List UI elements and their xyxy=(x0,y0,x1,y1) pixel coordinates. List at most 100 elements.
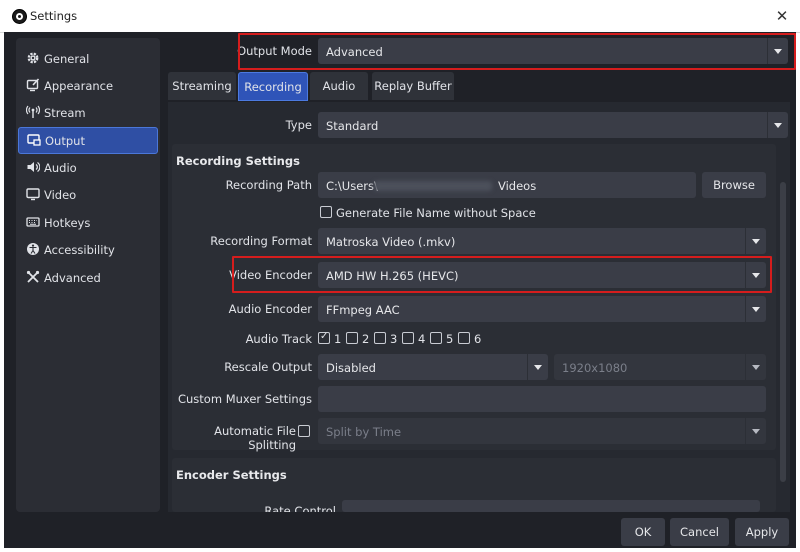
audio-encoder-label: Audio Encoder xyxy=(228,302,312,316)
tab-streaming[interactable]: Streaming xyxy=(168,72,236,100)
sidebar-item-label: Appearance xyxy=(44,79,114,93)
audio-track-4-label: 4 xyxy=(418,332,426,346)
recording-format-select[interactable]: Matroska Video (.mkv) xyxy=(318,228,766,254)
browse-button[interactable]: Browse xyxy=(702,172,766,198)
audio-track-6-checkbox[interactable] xyxy=(458,332,470,344)
chevron-down-icon xyxy=(745,418,766,444)
tab-replay-buffer[interactable]: Replay Buffer xyxy=(372,72,454,100)
ok-button[interactable]: OK xyxy=(621,518,665,546)
recording-tab-panel: Type Standard Recording Settings Recordi… xyxy=(168,102,790,512)
recording-format-label: Recording Format xyxy=(210,234,312,248)
sidebar-item-label: Output xyxy=(45,134,85,148)
encoder-settings-title: Encoder Settings xyxy=(176,468,287,482)
appearance-icon xyxy=(26,78,40,92)
audio-track-5-checkbox[interactable] xyxy=(430,332,442,344)
chevron-down-icon xyxy=(745,228,766,254)
audio-track-2-checkbox[interactable] xyxy=(346,332,358,344)
file-splitting-select[interactable]: Split by Time xyxy=(318,418,766,444)
sidebar-item-label: Advanced xyxy=(44,271,101,285)
sidebar-item-label: Accessibility xyxy=(44,243,115,257)
obs-logo-icon xyxy=(12,9,27,24)
audio-track-label: Audio Track xyxy=(245,332,312,346)
recording-path-prefix: C:\Users\ xyxy=(326,179,378,193)
custom-muxer-field[interactable] xyxy=(318,386,766,412)
type-label: Type xyxy=(285,118,312,132)
audio-track-6-label: 6 xyxy=(474,332,482,346)
audio-track-group: ✓ 1 2 3 4 5 6 xyxy=(318,331,518,346)
output-icon xyxy=(27,134,41,146)
sidebar-item-appearance[interactable]: Appearance xyxy=(18,73,156,98)
sidebar-item-general[interactable]: General xyxy=(18,46,156,71)
sidebar-item-label: Stream xyxy=(44,106,86,120)
antenna-icon xyxy=(26,105,40,118)
settings-window: General Appearance Stream Output Audio V… xyxy=(4,32,796,548)
video-encoder-highlight xyxy=(232,256,772,293)
rate-control-select[interactable] xyxy=(342,500,760,512)
tab-recording[interactable]: Recording xyxy=(238,72,308,101)
rescale-resolution-select[interactable]: 1920x1080 xyxy=(554,354,766,380)
tools-icon xyxy=(26,270,40,283)
audio-encoder-value: FFmpeg AAC xyxy=(326,303,400,317)
recording-format-value: Matroska Video (.mkv) xyxy=(326,235,456,249)
chevron-down-icon xyxy=(767,112,788,138)
custom-muxer-label: Custom Muxer Settings xyxy=(177,392,312,406)
sidebar-item-label: Audio xyxy=(44,161,77,175)
checkmark-icon: ✓ xyxy=(320,331,329,342)
sidebar-item-label: Hotkeys xyxy=(44,216,91,230)
output-tabs: Streaming Recording Audio Replay Buffer xyxy=(168,72,790,102)
redacted-username xyxy=(374,181,492,191)
audio-track-4-checkbox[interactable] xyxy=(402,332,414,344)
chevron-down-icon xyxy=(745,354,766,380)
output-settings-panel: Output Mode Advanced Streaming Recording… xyxy=(168,33,796,512)
sidebar: General Appearance Stream Output Audio V… xyxy=(16,38,160,512)
no-space-label: Generate File Name without Space xyxy=(336,206,536,220)
monitor-icon xyxy=(26,188,40,201)
settings-scrollbar[interactable] xyxy=(780,182,786,482)
audio-track-5-label: 5 xyxy=(446,332,454,346)
audio-track-2-label: 2 xyxy=(362,332,370,346)
speaker-icon xyxy=(27,162,40,172)
file-splitting-label: Automatic File Splitting xyxy=(214,424,296,452)
accessibility-icon xyxy=(27,243,39,255)
title-bar: Settings ✕ xyxy=(0,0,800,33)
audio-track-3-label: 3 xyxy=(390,332,398,346)
file-splitting-checkbox[interactable] xyxy=(298,425,310,437)
gear-icon xyxy=(27,52,39,64)
rescale-output-value: Disabled xyxy=(326,361,376,375)
audio-track-1-checkbox[interactable]: ✓ xyxy=(318,331,330,344)
sidebar-item-label: Video xyxy=(44,188,77,202)
window-title: Settings xyxy=(30,9,78,23)
rate-control-label: Rate Control xyxy=(264,504,336,512)
sidebar-item-hotkeys[interactable]: Hotkeys xyxy=(18,210,156,235)
tab-audio[interactable]: Audio xyxy=(310,72,368,100)
keyboard-icon xyxy=(26,217,40,227)
rescale-resolution-value: 1920x1080 xyxy=(562,361,628,375)
audio-encoder-select[interactable]: FFmpeg AAC xyxy=(318,296,766,322)
sidebar-item-audio[interactable]: Audio xyxy=(18,155,156,180)
rescale-output-label: Rescale Output xyxy=(224,360,312,374)
sidebar-item-label: General xyxy=(44,52,90,66)
type-value: Standard xyxy=(326,119,379,133)
audio-track-1-label: 1 xyxy=(334,332,342,346)
recording-path-suffix: Videos xyxy=(498,179,537,193)
apply-button[interactable]: Apply xyxy=(735,518,789,546)
sidebar-item-advanced[interactable]: Advanced xyxy=(18,265,156,290)
no-space-checkbox[interactable] xyxy=(320,206,332,218)
recording-path-label: Recording Path xyxy=(225,178,312,192)
recording-path-field[interactable]: C:\Users\ Videos xyxy=(318,172,696,198)
file-splitting-value: Split by Time xyxy=(326,425,402,439)
chevron-down-icon xyxy=(745,296,766,322)
type-select[interactable]: Standard xyxy=(318,112,788,138)
recording-settings-group: Recording Settings Recording Path C:\Use… xyxy=(172,144,776,452)
sidebar-item-accessibility[interactable]: Accessibility xyxy=(18,237,156,262)
audio-track-3-checkbox[interactable] xyxy=(374,332,386,344)
cancel-button[interactable]: Cancel xyxy=(670,518,729,546)
close-button[interactable]: ✕ xyxy=(770,4,794,28)
encoder-settings-group: Encoder Settings Rate Control xyxy=(172,458,776,512)
sidebar-item-video[interactable]: Video xyxy=(18,182,156,207)
chevron-down-icon xyxy=(527,354,548,380)
output-mode-highlight xyxy=(238,33,796,70)
sidebar-item-stream[interactable]: Stream xyxy=(18,100,156,125)
rescale-output-select[interactable]: Disabled xyxy=(318,354,548,380)
sidebar-item-output[interactable]: Output xyxy=(18,127,158,154)
